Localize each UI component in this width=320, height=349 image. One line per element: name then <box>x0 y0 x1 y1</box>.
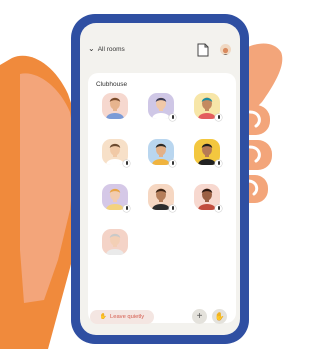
mic-muted-icon <box>123 160 130 167</box>
room-title: Clubhouse <box>96 81 128 88</box>
chevron-down-icon: ⌄ <box>88 44 95 53</box>
raise-hand-button[interactable]: ✋ <box>212 309 227 324</box>
mic-muted-icon <box>215 160 222 167</box>
hand-wave-icon: ✋ <box>99 314 108 320</box>
top-bar: ⌄ All rooms <box>80 23 240 73</box>
mic-muted-icon <box>215 205 222 212</box>
leave-quietly-button[interactable]: ✋ Leave quietly <box>90 310 154 324</box>
mic-muted-icon <box>169 114 176 121</box>
all-rooms-button[interactable]: ⌄ All rooms <box>88 45 125 53</box>
document-icon[interactable] <box>197 43 209 57</box>
plus-icon: + <box>196 311 203 322</box>
mic-muted-icon <box>123 205 130 212</box>
add-button[interactable]: + <box>192 309 207 324</box>
room-card: Clubhouse <box>88 73 236 323</box>
profile-avatar[interactable] <box>220 44 231 55</box>
mic-muted-icon <box>169 205 176 212</box>
all-rooms-label: All rooms <box>97 45 125 53</box>
raise-hand-icon: ✋ <box>214 312 225 321</box>
phone: ⌄ All rooms Clubhouse ✋ Leave quietly + … <box>71 14 249 344</box>
mic-muted-icon <box>169 160 176 167</box>
app-screen: ⌄ All rooms Clubhouse ✋ Leave quietly + … <box>80 23 240 335</box>
speaker-avatar[interactable] <box>102 229 128 255</box>
leave-quietly-label: Leave quietly <box>110 314 145 320</box>
speaker-avatar[interactable] <box>102 93 128 119</box>
bottom-bar: ✋ Leave quietly + ✋ <box>80 307 240 335</box>
mic-muted-icon <box>215 114 222 121</box>
